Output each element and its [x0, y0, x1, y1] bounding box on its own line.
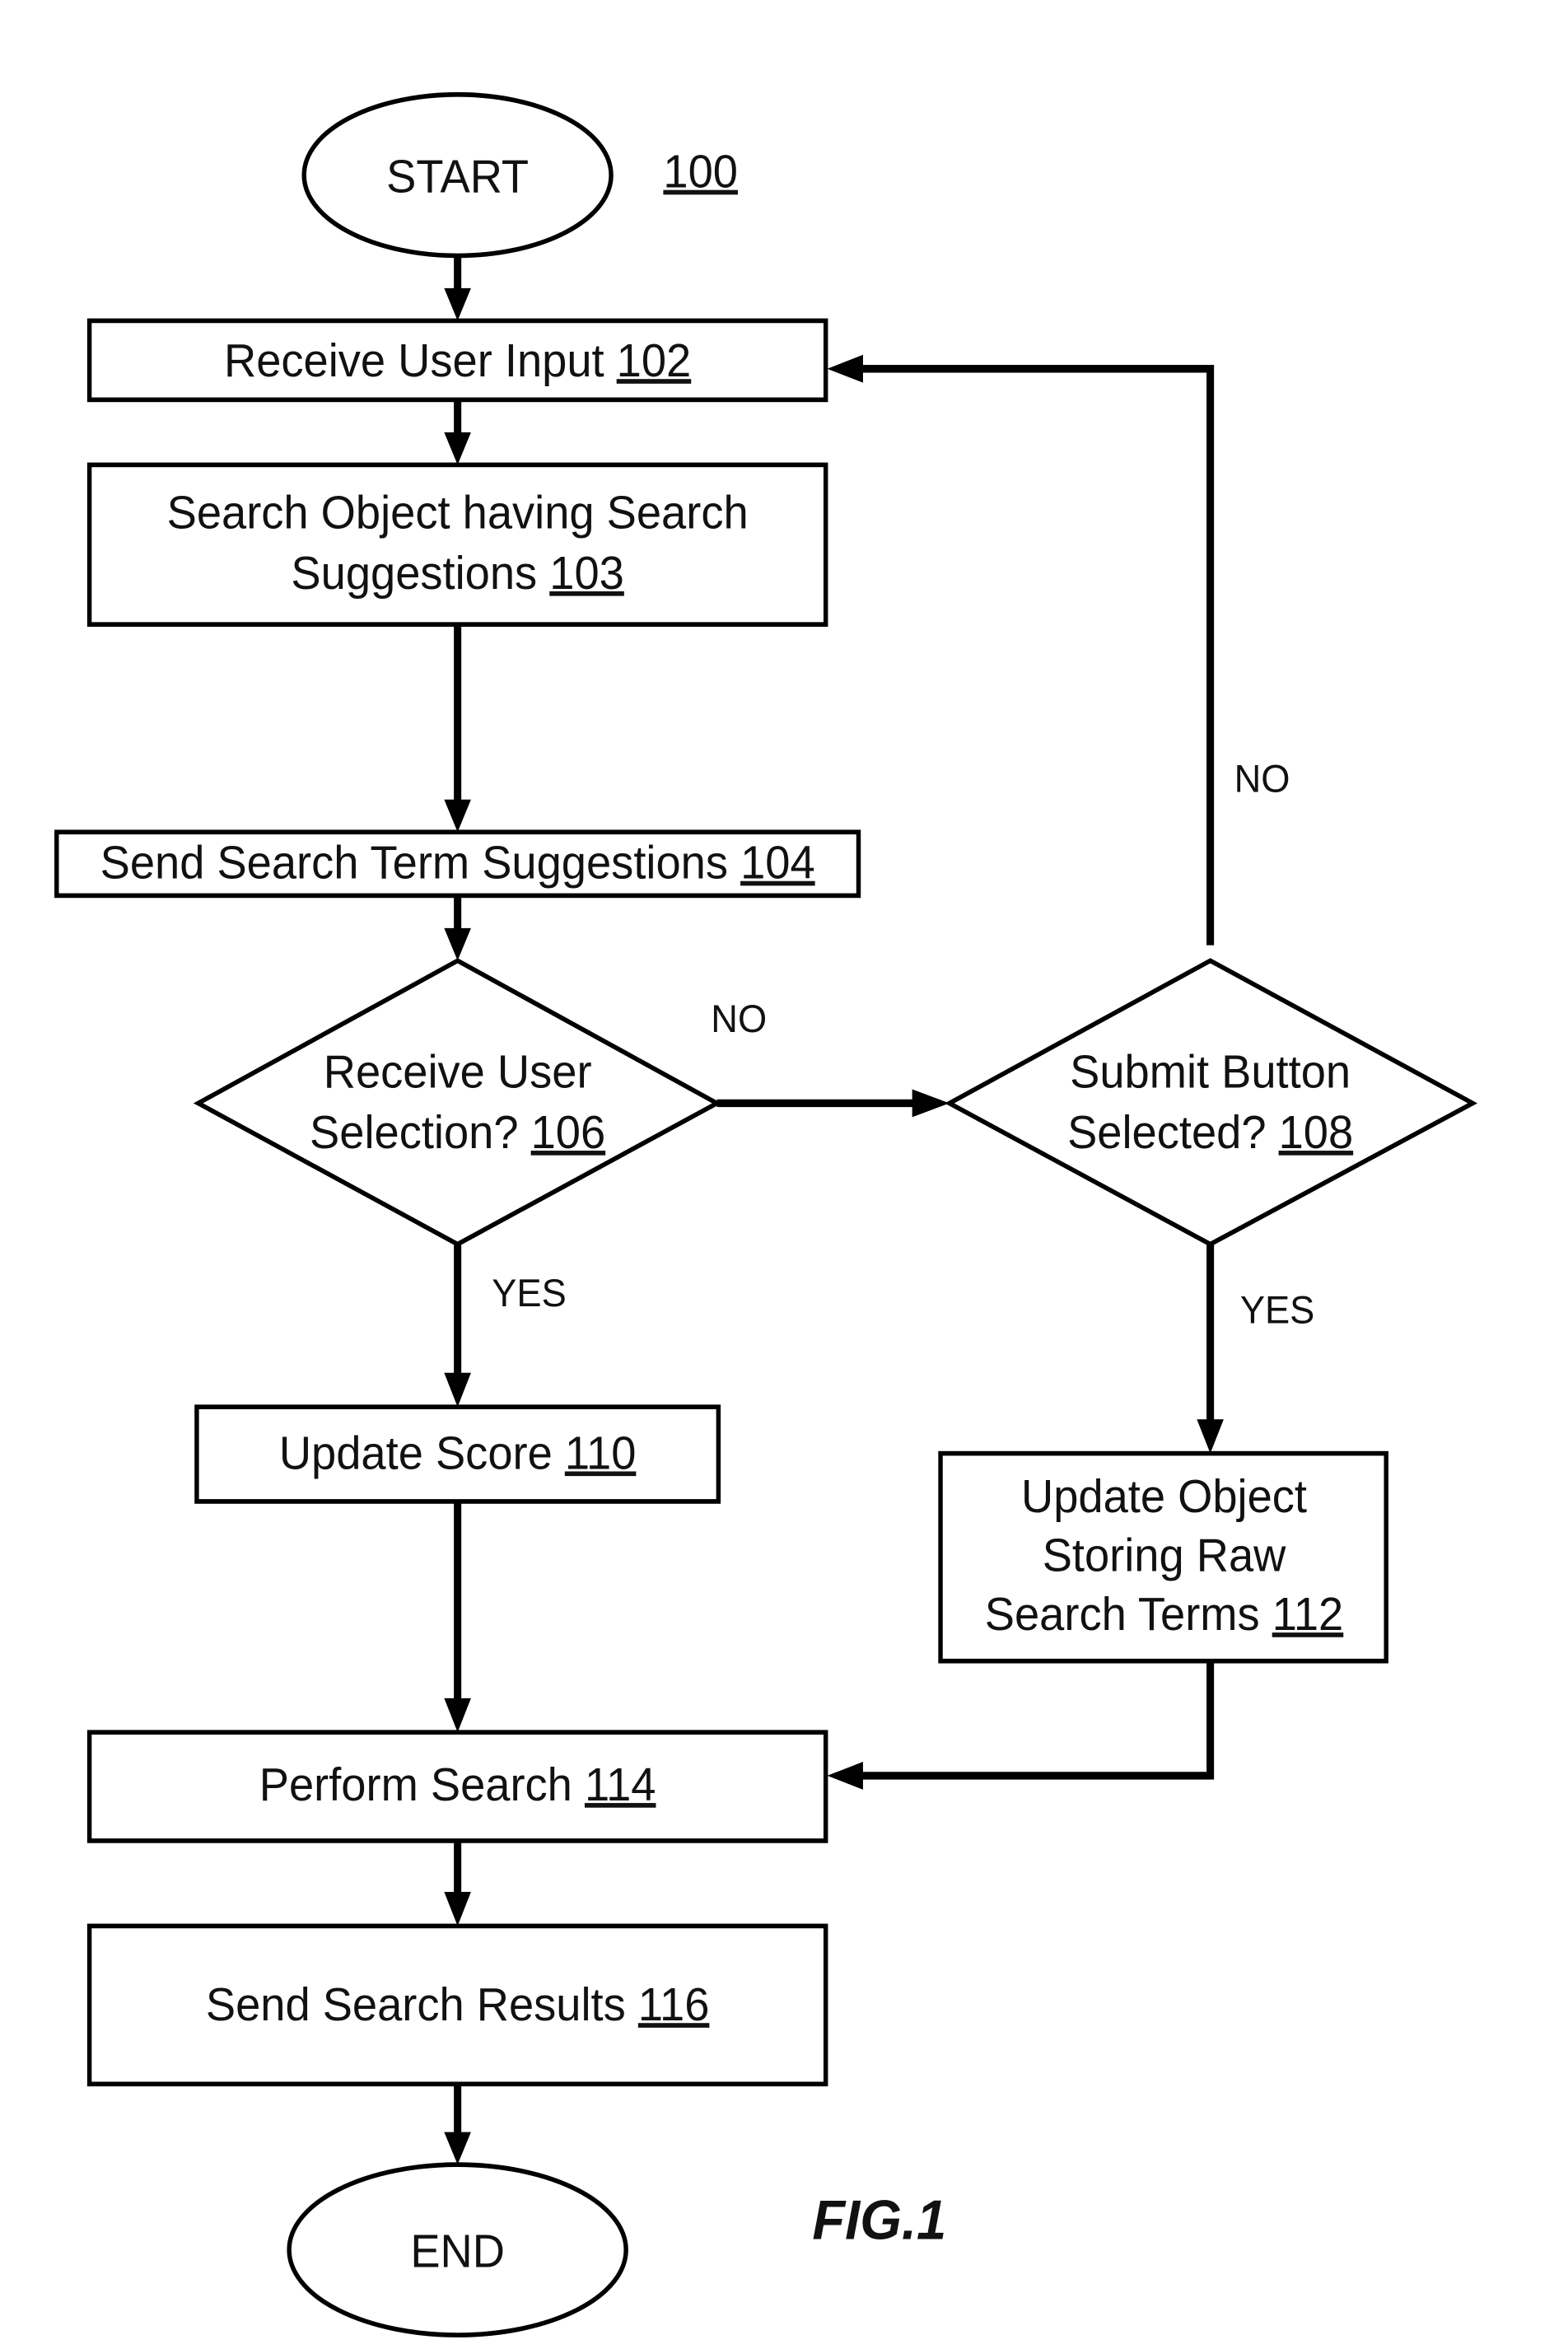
node-103-search-object: Search Object having Search Suggestions …: [86, 462, 828, 627]
node-108-line1: Submit Button: [1070, 1046, 1351, 1098]
node-112-update-object: Update Object Storing Raw Search Terms 1…: [938, 1450, 1388, 1664]
node-116-label: Send Search Results: [206, 1978, 638, 2030]
node-114-perform-search: Perform Search 114: [86, 1730, 828, 1843]
edge-label-108-no: NO: [1234, 757, 1290, 801]
edge-label-106-no: NO: [711, 997, 767, 1040]
figure-ref-100: 100: [663, 146, 738, 198]
edge-108-102: [856, 365, 1215, 946]
node-106-line2: Selection?: [310, 1106, 531, 1158]
node-106-line1: Receive User: [324, 1046, 592, 1098]
node-110-update-score: Update Score 110: [194, 1404, 721, 1504]
svg-text:Update Score 110: Update Score 110: [279, 1427, 637, 1478]
node-104-label: Send Search Term Suggestions: [100, 837, 740, 889]
edge-112-114: [856, 1660, 1215, 1780]
arrowhead-icon: [444, 432, 471, 465]
svg-text:Selection? 106: Selection? 106: [310, 1106, 605, 1158]
arrowhead-icon: [827, 354, 863, 383]
node-110-ref: 110: [565, 1427, 637, 1478]
node-106-ref: 106: [531, 1106, 606, 1158]
node-114-label: Perform Search: [259, 1758, 585, 1810]
arrowhead-icon: [444, 287, 471, 321]
end-label: END: [410, 2225, 505, 2277]
figure-label: FIG.1: [812, 2189, 946, 2251]
arrowhead-icon: [444, 799, 471, 833]
start-node: START: [301, 91, 614, 259]
node-108-ref: 108: [1279, 1106, 1354, 1158]
node-106-decision: Receive User Selection? 106: [193, 958, 722, 1247]
node-103-line1: Search Object having Search: [167, 487, 749, 539]
arrowhead-icon: [444, 1698, 471, 1733]
node-108-line2: Selected?: [1067, 1106, 1279, 1158]
svg-text:Send Search Results 116: Send Search Results 116: [206, 1978, 710, 2030]
svg-text:Suggestions 103: Suggestions 103: [291, 547, 623, 599]
flowchart: START 100 Receive User Input 102 Search …: [54, 91, 1478, 2337]
node-112-line3: Search Terms: [985, 1588, 1272, 1640]
node-108-decision: Submit Button Selected? 108: [945, 958, 1478, 1247]
svg-text:Perform Search 114: Perform Search 114: [259, 1758, 656, 1810]
node-112-ref: 112: [1272, 1588, 1344, 1640]
node-112-line2: Storing Raw: [1043, 1529, 1287, 1581]
node-104-ref: 104: [740, 837, 815, 889]
node-102-receive-user-input: Receive User Input 102: [86, 318, 828, 403]
svg-text:Search Terms 112: Search Terms 112: [985, 1588, 1343, 1640]
node-104-send-suggestions: Send Search Term Suggestions 104: [54, 829, 861, 899]
edge-label-108-yes: YES: [1240, 1288, 1314, 1332]
start-label: START: [386, 150, 529, 202]
arrowhead-icon: [444, 1372, 471, 1408]
edge-label-106-yes: YES: [492, 1271, 566, 1315]
arrowhead-icon: [444, 1892, 471, 1926]
end-node: END: [287, 2162, 628, 2337]
arrowhead-icon: [912, 1089, 950, 1118]
svg-text:Send Search Term Suggestions 1: Send Search Term Suggestions 104: [100, 837, 815, 889]
node-103-ref: 103: [549, 547, 624, 599]
svg-text:Selected? 108: Selected? 108: [1067, 1106, 1353, 1158]
node-114-ref: 114: [585, 1758, 656, 1810]
arrowhead-icon: [827, 1762, 863, 1790]
node-110-label: Update Score: [279, 1427, 565, 1478]
arrowhead-icon: [444, 927, 471, 961]
node-102-ref: 102: [617, 334, 692, 386]
arrowhead-icon: [444, 2132, 471, 2165]
node-116-send-results: Send Search Results 116: [86, 1923, 828, 2087]
node-103-line2: Suggestions: [291, 547, 549, 599]
node-116-ref: 116: [638, 1978, 710, 2030]
arrowhead-icon: [1197, 1419, 1224, 1454]
svg-text:Receive User Input 102: Receive User Input 102: [224, 334, 691, 386]
node-102-label: Receive User Input: [224, 334, 617, 386]
node-112-line1: Update Object: [1021, 1470, 1307, 1522]
